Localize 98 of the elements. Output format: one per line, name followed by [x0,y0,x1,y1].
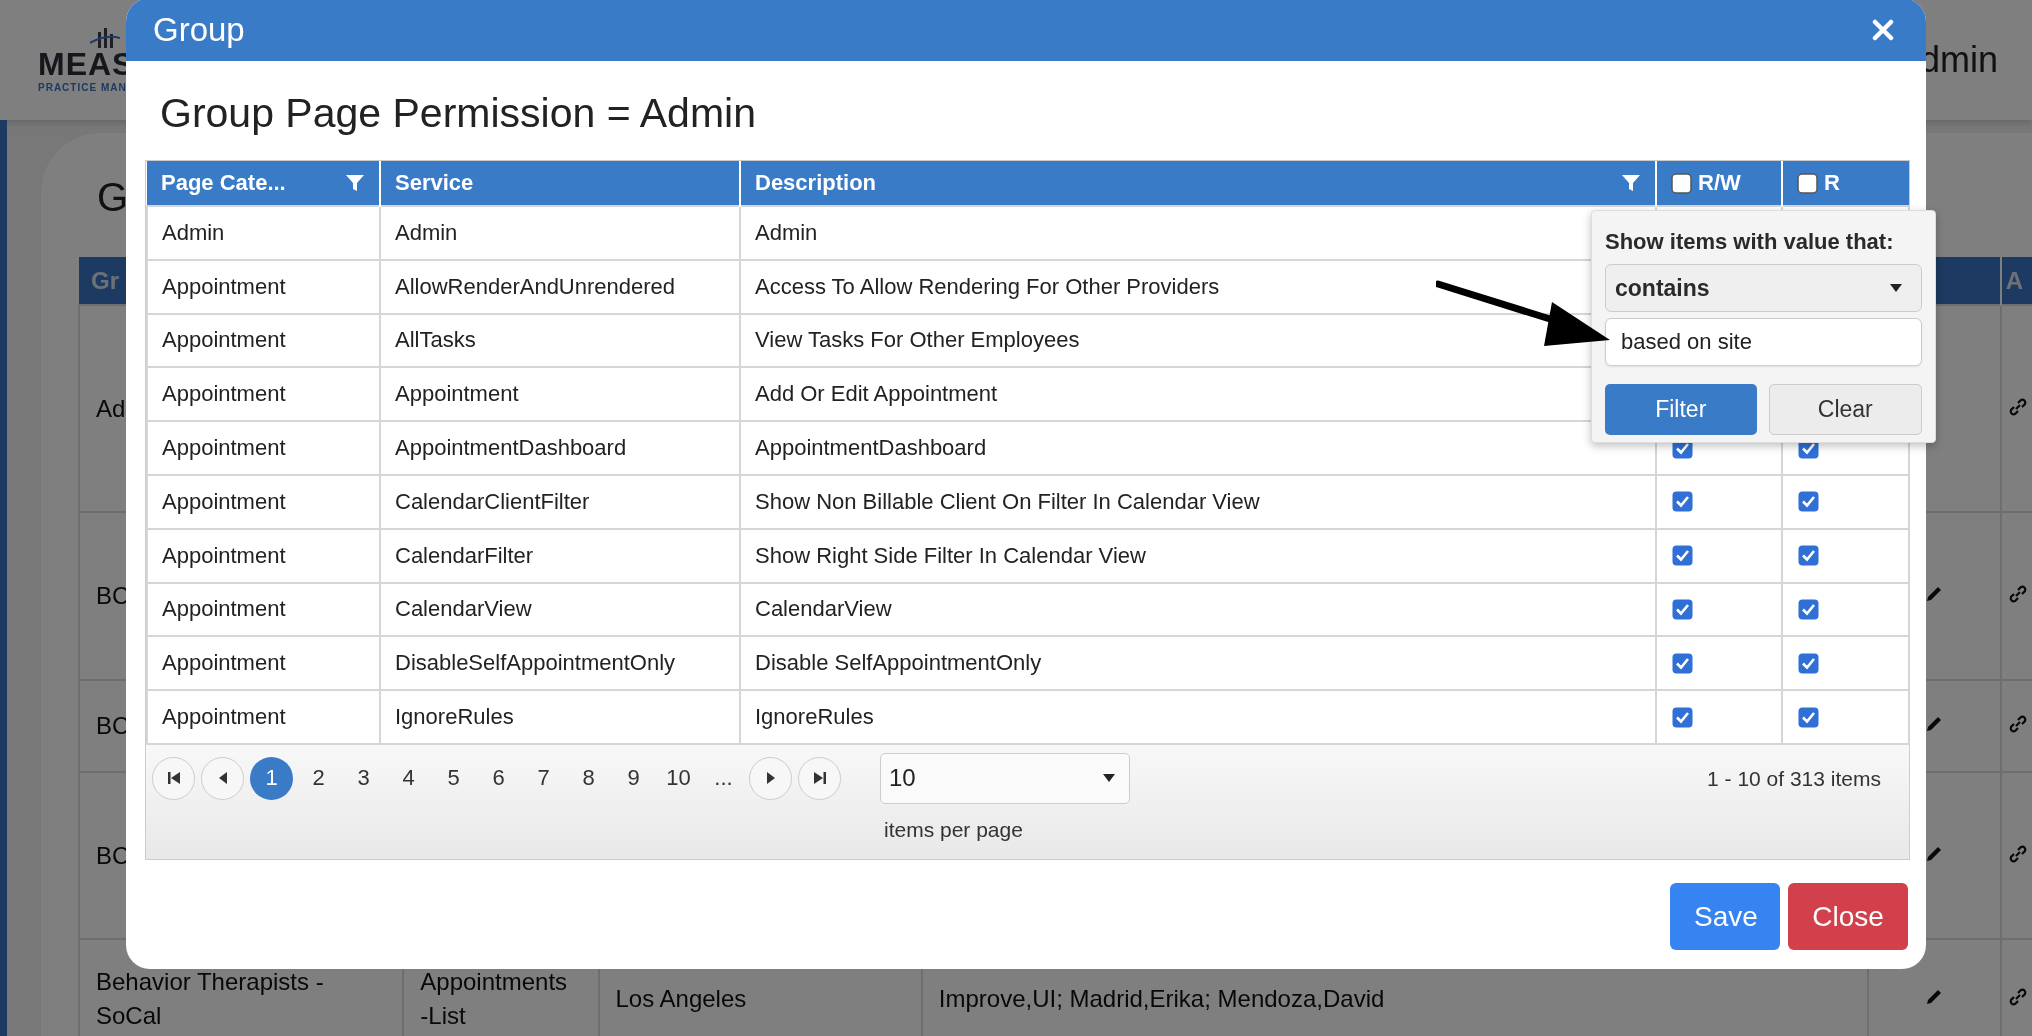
filter-label: Show items with value that: [1605,229,1895,255]
first-page-icon [166,771,181,786]
table-cell: CalendarFilter [395,542,534,568]
column-header: R [1824,170,1840,196]
column-header: R/W [1698,170,1741,196]
table-cell: Admin [755,219,818,245]
link-icon[interactable] [2007,714,2028,735]
checkbox[interactable] [1672,598,1693,620]
table-cell: Appointment [162,596,286,622]
table-cell: View Tasks For Other Employees [755,327,1080,353]
checkbox[interactable] [1671,172,1692,194]
last-page-icon [812,771,827,786]
page-button[interactable]: 4 [389,756,428,800]
page-size-label: items per page [883,817,1024,842]
column-header: A [2005,266,2024,294]
column-header: Gr [91,266,119,294]
page-button[interactable]: 7 [524,756,563,800]
page-title: G [96,174,129,221]
table-cell: CalendarClientFilter [395,488,590,514]
page-button[interactable]: 5 [434,756,473,800]
operator-dropdown[interactable]: contains [1605,264,1922,312]
previous-page-button[interactable] [201,756,244,800]
page-button[interactable]: 3 [344,756,383,800]
table-cell: Admin [162,219,225,245]
logo-tagline: PRACTICE MAN [38,81,127,93]
table-cell: Appointment [162,327,286,353]
first-page-button[interactable] [152,756,195,800]
checkbox[interactable] [1672,491,1693,513]
link-icon[interactable] [2007,987,2028,1008]
table-cell: Appointment [162,381,286,407]
dialog-title: Group [153,10,245,49]
page-button[interactable]: 6 [479,756,518,800]
table-cell: Appointments -List [420,968,568,1029]
table-cell: Show Right Side Filter In Calendar View [755,542,1146,568]
page-button[interactable]: 9 [614,756,653,800]
column-header[interactable]: Description [755,170,877,196]
table-cell: Admin [395,219,458,245]
table-cell: AllowRenderAndUnrendered [395,273,676,299]
table-cell: Appointment [162,273,286,299]
table-cell: IgnoreRules [755,704,874,730]
table-cell: Add Or Edit Appointment [755,381,998,407]
table-cell: CalendarView [395,596,532,622]
save-button[interactable]: Save [1670,883,1780,950]
filter-value-field[interactable]: based on site [1605,318,1922,366]
page-button[interactable]: 2 [299,756,338,800]
checkbox[interactable] [1797,172,1818,194]
link-icon[interactable] [2007,396,2028,417]
clear-button[interactable]: Clear [1768,384,1922,435]
close-button[interactable]: Close [1788,883,1908,950]
checkbox[interactable] [1672,652,1693,674]
table-cell: Los Angeles [615,985,747,1013]
next-page-button[interactable] [749,756,792,800]
logo-icon [90,27,120,48]
link-icon[interactable] [2007,584,2028,605]
table-cell: Appointment [162,435,286,461]
table-cell: AllTasks [395,327,476,353]
dialog-heading: Group Page Permission = Admin [159,89,757,138]
page-button[interactable]: 1 [250,756,293,800]
last-page-button[interactable] [798,756,841,800]
table-cell: Appointment [162,704,286,730]
table-cell: IgnoreRules [395,704,514,730]
page-button[interactable]: ... [704,756,743,800]
checkbox[interactable] [1798,545,1819,567]
table-cell: Access To Allow Rendering For Other Providers [755,273,1220,299]
table-cell: Appointment [395,381,519,407]
table-cell: DisableSelfAppointmentOnly [395,650,676,676]
table-cell: AppointmentDashboard [395,435,627,461]
link-icon[interactable] [2007,843,2028,864]
table-cell: Show Non Billable Client On Filter In Calendar View [755,488,1260,514]
checkbox[interactable] [1798,598,1819,620]
caret-icon [1890,284,1902,292]
filter-button[interactable]: Filter [1605,384,1757,435]
checkbox[interactable] [1672,706,1693,728]
page-button[interactable]: 8 [569,756,608,800]
checkbox[interactable] [1798,706,1819,728]
pager-info: 1 - 10 of 313 items [1707,765,1881,792]
checkbox[interactable] [1798,491,1819,513]
table-cell: Appointment [162,650,286,676]
page-button[interactable]: 10 [659,756,698,800]
page-size-dropdown[interactable]: 10 [880,752,1130,804]
filter-icon[interactable] [345,173,365,193]
table-cell: Disable SelfAppointmentOnly [755,650,1042,676]
table-cell: BC [96,712,130,740]
table-cell: AppointmentDashboard [755,435,987,461]
checkbox[interactable] [1672,545,1693,567]
close-icon [1872,18,1894,41]
checkbox[interactable] [1798,652,1819,674]
table-cell: BC [96,582,130,610]
table-cell: Behavior Therapists - SoCal [96,968,324,1029]
table-cell: Improve,UI; Madrid,Erika; Mendoza,David [938,985,1385,1013]
column-header[interactable]: Service [395,170,474,196]
table-cell: Appointment [162,542,286,568]
filter-icon[interactable] [1621,173,1641,193]
table-cell: Ad [96,394,126,422]
table-cell: Appointment [162,488,286,514]
table-cell: BC [96,841,130,869]
table-cell: CalendarView [755,596,892,622]
caret-icon [1103,774,1115,783]
